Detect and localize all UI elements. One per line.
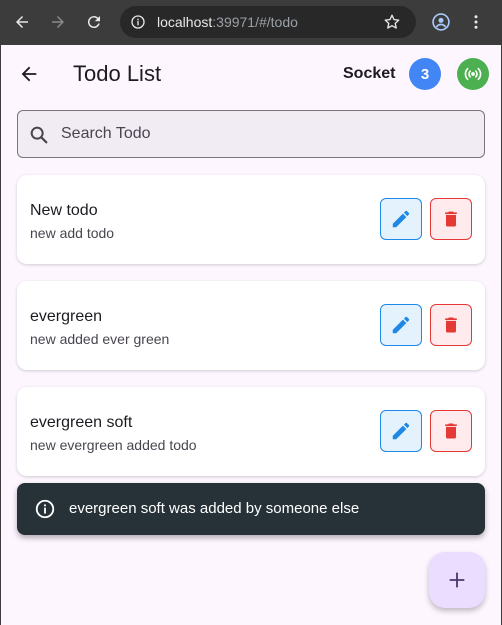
reload-icon bbox=[87, 16, 100, 29]
socket-label: Socket bbox=[343, 65, 396, 82]
arrow-back-icon bbox=[16, 16, 28, 28]
url-path: :39971/#/todo bbox=[212, 14, 298, 30]
bookmark-star-icon[interactable] bbox=[383, 13, 401, 31]
url-text: localhost:39971/#/todo bbox=[157, 14, 298, 30]
browser-reload-button[interactable] bbox=[84, 12, 104, 32]
edit-todo-button[interactable] bbox=[380, 304, 422, 346]
browser-back-button[interactable] bbox=[12, 12, 32, 32]
site-info-icon[interactable] bbox=[130, 14, 146, 30]
todo-title: New todo bbox=[30, 202, 98, 219]
url-host: localhost bbox=[157, 14, 213, 30]
more-vert-icon bbox=[474, 15, 478, 29]
delete-todo-button[interactable] bbox=[430, 198, 472, 240]
browser-profile-button[interactable] bbox=[431, 12, 451, 32]
arrow-forward-icon bbox=[52, 16, 64, 28]
app-bar: Todo List Socket 3 bbox=[1, 45, 501, 103]
pencil-icon bbox=[392, 422, 410, 440]
wifi-tethering-icon bbox=[464, 67, 482, 81]
browser-forward-button[interactable] bbox=[48, 12, 68, 32]
browser-toolbar: localhost:39971/#/todo bbox=[0, 0, 502, 45]
snackbar: evergreen soft was added by someone else bbox=[17, 483, 485, 535]
browser-menu-button[interactable] bbox=[466, 12, 486, 32]
todo-card: evergreen new added ever green bbox=[17, 281, 485, 370]
connected-count-badge: 3 bbox=[409, 58, 441, 90]
delete-todo-button[interactable] bbox=[430, 410, 472, 452]
arrow-back-icon bbox=[21, 66, 37, 82]
account-icon bbox=[432, 13, 450, 31]
back-button[interactable] bbox=[15, 60, 43, 88]
todo-title: evergreen soft bbox=[30, 414, 133, 431]
page-title: Todo List bbox=[73, 61, 162, 86]
search-box bbox=[17, 110, 485, 158]
todo-card: New todo new add todo bbox=[17, 175, 485, 264]
socket-status-badge bbox=[457, 58, 489, 90]
search-input[interactable] bbox=[61, 111, 471, 157]
app-viewport: Todo List Socket 3 New todo new add todo… bbox=[0, 45, 502, 625]
trash-icon bbox=[445, 317, 457, 333]
trash-icon bbox=[445, 211, 457, 227]
todo-description: new add todo bbox=[30, 225, 115, 241]
todo-card: evergreen soft new evergreen added todo bbox=[17, 387, 485, 476]
edit-todo-button[interactable] bbox=[380, 198, 422, 240]
todo-description: new added ever green bbox=[30, 331, 170, 347]
delete-todo-button[interactable] bbox=[430, 304, 472, 346]
pencil-icon bbox=[392, 316, 410, 334]
todo-description: new evergreen added todo bbox=[30, 437, 197, 453]
todo-title: evergreen bbox=[30, 308, 103, 325]
address-bar[interactable]: localhost:39971/#/todo bbox=[120, 6, 416, 38]
trash-icon bbox=[445, 423, 457, 439]
add-todo-button[interactable] bbox=[429, 552, 485, 608]
edit-todo-button[interactable] bbox=[380, 410, 422, 452]
pencil-icon bbox=[392, 210, 410, 228]
snackbar-message: evergreen soft was added by someone else bbox=[69, 500, 360, 517]
info-icon bbox=[35, 499, 55, 519]
plus-icon bbox=[449, 572, 465, 588]
search-icon bbox=[30, 126, 48, 144]
